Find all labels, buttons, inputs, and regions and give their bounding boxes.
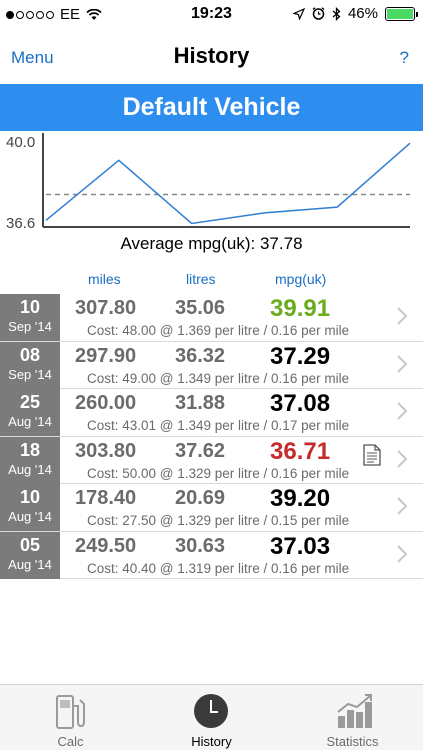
miles-value: 303.80 (75, 439, 137, 462)
bluetooth-icon (332, 6, 341, 21)
chevron-right-icon (397, 544, 408, 563)
cost-detail: Cost: 27.50 @ 1.329 per litre / 0.15 per… (87, 513, 350, 528)
help-button[interactable]: ? (400, 48, 409, 68)
miles-value: 249.50 (75, 534, 137, 557)
date-day: 10 (19, 297, 41, 317)
chevron-right-icon (397, 354, 408, 373)
chart-icon (337, 694, 372, 728)
date-month: Sep '14 (8, 366, 52, 382)
date-day: 08 (19, 344, 41, 365)
fuel-pump-icon (56, 695, 85, 729)
mpg-value: 36.71 (270, 437, 331, 465)
date-badge: 08 Sep '14 (0, 341, 60, 389)
tab-calc[interactable]: Calc (0, 685, 141, 750)
litres-value: 30.63 (175, 534, 226, 557)
mpg-value: 39.91 (270, 295, 331, 322)
date-day: 18 (19, 439, 41, 460)
miles-value: 297.90 (75, 344, 137, 367)
litres-value: 20.69 (175, 487, 226, 509)
status-bar: EE 19:23 46% (0, 0, 423, 30)
tab-label-statistics: Statistics (326, 734, 379, 749)
date-badge: 05 Aug '14 (0, 531, 60, 579)
chevron-right-icon (397, 402, 408, 420)
cost-detail: Cost: 40.40 @ 1.319 per litre / 0.16 per… (87, 560, 350, 576)
miles-value: 178.40 (75, 487, 137, 509)
date-month: Aug '14 (8, 509, 52, 524)
history-row[interactable]: 18 Aug '14 303.80 37.62 36.71 Cost: 50.00 @ 1… (0, 436, 423, 484)
date-month: Aug '14 (8, 414, 52, 429)
battery-percent: 46% (347, 5, 378, 22)
cost-detail: Cost: 43.01 @ 1.349 per litre / 0.17 per… (87, 418, 350, 433)
date-month: Aug '14 (8, 461, 52, 477)
tab-label-history: History (191, 734, 232, 749)
chart-y-min-label: 36.6 (6, 215, 35, 231)
chevron-right-icon (397, 497, 408, 515)
date-month: Sep '14 (8, 319, 52, 334)
mpg-value: 37.08 (270, 390, 331, 417)
mpg-value: 37.29 (270, 342, 331, 370)
note-icon[interactable] (362, 443, 382, 466)
mpg-value: 39.20 (270, 485, 331, 512)
clock-icon (194, 694, 228, 728)
date-badge: 18 Aug '14 (0, 436, 60, 484)
column-header-miles: miles (88, 271, 121, 287)
menu-button[interactable]: Menu (11, 48, 54, 68)
column-header-litres: litres (186, 271, 216, 287)
cost-detail: Cost: 48.00 @ 1.369 per litre / 0.16 per… (87, 323, 350, 338)
history-row[interactable]: 10 Sep '14 307.80 35.06 39.91 Cost: 48.00 @ 1… (0, 294, 423, 342)
tab-label-calc: Calc (57, 734, 84, 749)
cost-detail: Cost: 49.00 @ 1.349 per litre / 0.16 per… (87, 370, 350, 386)
tab-history[interactable]: History (141, 685, 282, 750)
average-mpg-label: Average mpg(uk): 37.78 (120, 234, 303, 253)
history-row[interactable]: 25 Aug '14 260.00 31.88 37.08 Cost: 43.01 @ 1… (0, 389, 423, 437)
history-row[interactable]: 08 Sep '14 297.90 36.32 37.29 Cost: 49.00 @ 1… (0, 341, 423, 389)
vehicle-banner[interactable]: Default Vehicle (0, 84, 423, 131)
column-header-mpg: mpg(uk) (275, 271, 327, 287)
history-row[interactable]: 10 Aug '14 178.40 20.69 39.20 Cost: 27.50 @ 1… (0, 484, 423, 532)
date-month: Aug '14 (8, 556, 52, 572)
litres-value: 31.88 (175, 392, 226, 414)
litres-value: 36.32 (175, 344, 226, 367)
alarm-icon (312, 7, 325, 20)
chevron-right-icon (397, 307, 408, 325)
litres-value: 37.62 (175, 439, 226, 462)
battery-icon (385, 6, 418, 21)
mpg-value: 37.03 (270, 532, 331, 560)
location-arrow-icon (292, 7, 305, 20)
chart-y-max-label: 40.0 (6, 134, 35, 151)
navigation-bar: Menu History ? (0, 30, 423, 84)
history-row[interactable]: 05 Aug '14 249.50 30.63 37.03 Cost: 40.40 @ 1… (0, 531, 423, 579)
chevron-right-icon (397, 449, 408, 468)
miles-value: 260.00 (75, 392, 137, 414)
date-badge: 25 Aug '14 (0, 389, 60, 436)
page-title: History (173, 43, 250, 68)
litres-value: 35.06 (175, 297, 226, 319)
tab-bar: Calc History Statistics (0, 684, 423, 750)
date-day: 05 (19, 534, 41, 555)
date-day: 25 (19, 392, 41, 412)
date-badge: 10 Sep '14 (0, 294, 60, 341)
chart-series-line (45, 142, 411, 225)
miles-value: 307.80 (75, 297, 137, 319)
status-right: 46% (292, 5, 418, 22)
date-day: 10 (19, 487, 41, 507)
cost-detail: Cost: 50.00 @ 1.329 per litre / 0.16 per… (87, 465, 350, 481)
date-badge: 10 Aug '14 (0, 484, 60, 531)
column-headers: miles litres mpg(uk) (0, 271, 423, 291)
tab-statistics[interactable]: Statistics (282, 685, 423, 750)
mpg-trend-chart: 40.0 36.6 (6, 133, 411, 231)
history-list: 10 Sep '14 307.80 35.06 39.91 Cost: 48.00 @ 1… (0, 294, 423, 579)
